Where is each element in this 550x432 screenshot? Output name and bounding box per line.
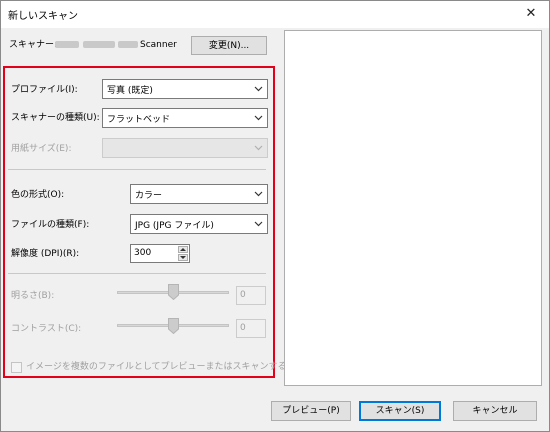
chevron-down-icon <box>254 115 263 121</box>
brightness-slider-thumb <box>167 284 179 300</box>
chevron-down-icon <box>254 221 263 227</box>
contrast-value: 0 <box>240 323 246 333</box>
profile-select[interactable]: 写真 (既定) <box>102 79 268 99</box>
file-type-select[interactable]: JPG (JPG ファイル) <box>130 214 268 234</box>
separator <box>8 273 266 274</box>
resolution-stepper[interactable]: 300 <box>130 244 190 263</box>
stepper-up-button[interactable] <box>178 246 188 253</box>
profile-label: プロファイル(I): <box>11 85 78 95</box>
preview-button[interactable]: プレビュー(P) <box>271 401 351 421</box>
stepper-buttons <box>178 246 188 261</box>
paper-size-label: 用紙サイズ(E): <box>11 144 72 154</box>
blurred-text <box>118 41 138 48</box>
cancel-button[interactable]: キャンセル <box>453 401 537 421</box>
blurred-text <box>55 41 79 48</box>
brightness-value: 0 <box>240 290 246 300</box>
color-format-label: 色の形式(O): <box>11 190 65 200</box>
color-format-select[interactable]: カラー <box>130 184 268 204</box>
window-title: 新しいスキャン <box>8 11 78 22</box>
stepper-down-button[interactable] <box>178 254 188 261</box>
scan-button[interactable]: スキャン(S) <box>359 401 441 421</box>
close-icon[interactable]: ✕ <box>512 0 550 28</box>
brightness-label: 明るさ(B): <box>11 291 55 301</box>
contrast-slider-thumb <box>167 318 179 334</box>
source-select[interactable]: フラットベッド <box>102 108 268 128</box>
blurred-text <box>83 41 115 48</box>
triangle-up-icon <box>180 248 186 251</box>
source-label: スキャナーの種類(U): <box>11 113 100 123</box>
chevron-down-icon <box>254 191 263 197</box>
separator <box>8 169 266 170</box>
multi-file-label: イメージを複数のファイルとしてプレビューまたはスキャンする(T) <box>26 362 300 372</box>
scanner-label: スキャナー: <box>9 40 58 50</box>
preview-pane <box>284 30 542 386</box>
color-format-value: カラー <box>135 191 163 201</box>
multi-file-checkbox <box>11 362 22 373</box>
profile-value: 写真 (既定) <box>107 86 153 96</box>
chevron-down-icon <box>254 86 263 92</box>
change-scanner-button[interactable]: 変更(N)... <box>191 36 267 55</box>
title-bar: 新しいスキャン ✕ <box>0 0 550 28</box>
brightness-value-box: 0 <box>236 286 266 305</box>
chevron-down-icon <box>254 145 263 151</box>
source-value: フラットベッド <box>107 115 171 125</box>
paper-size-select <box>102 138 268 158</box>
resolution-value: 300 <box>134 248 152 258</box>
triangle-down-icon <box>180 256 186 259</box>
resolution-label: 解像度 (DPI)(R): <box>11 249 80 259</box>
file-type-value: JPG (JPG ファイル) <box>135 221 214 231</box>
scanner-name: Scanner <box>140 40 177 50</box>
contrast-label: コントラスト(C): <box>11 324 82 334</box>
file-type-label: ファイルの種類(F): <box>11 220 90 230</box>
contrast-value-box: 0 <box>236 319 266 338</box>
